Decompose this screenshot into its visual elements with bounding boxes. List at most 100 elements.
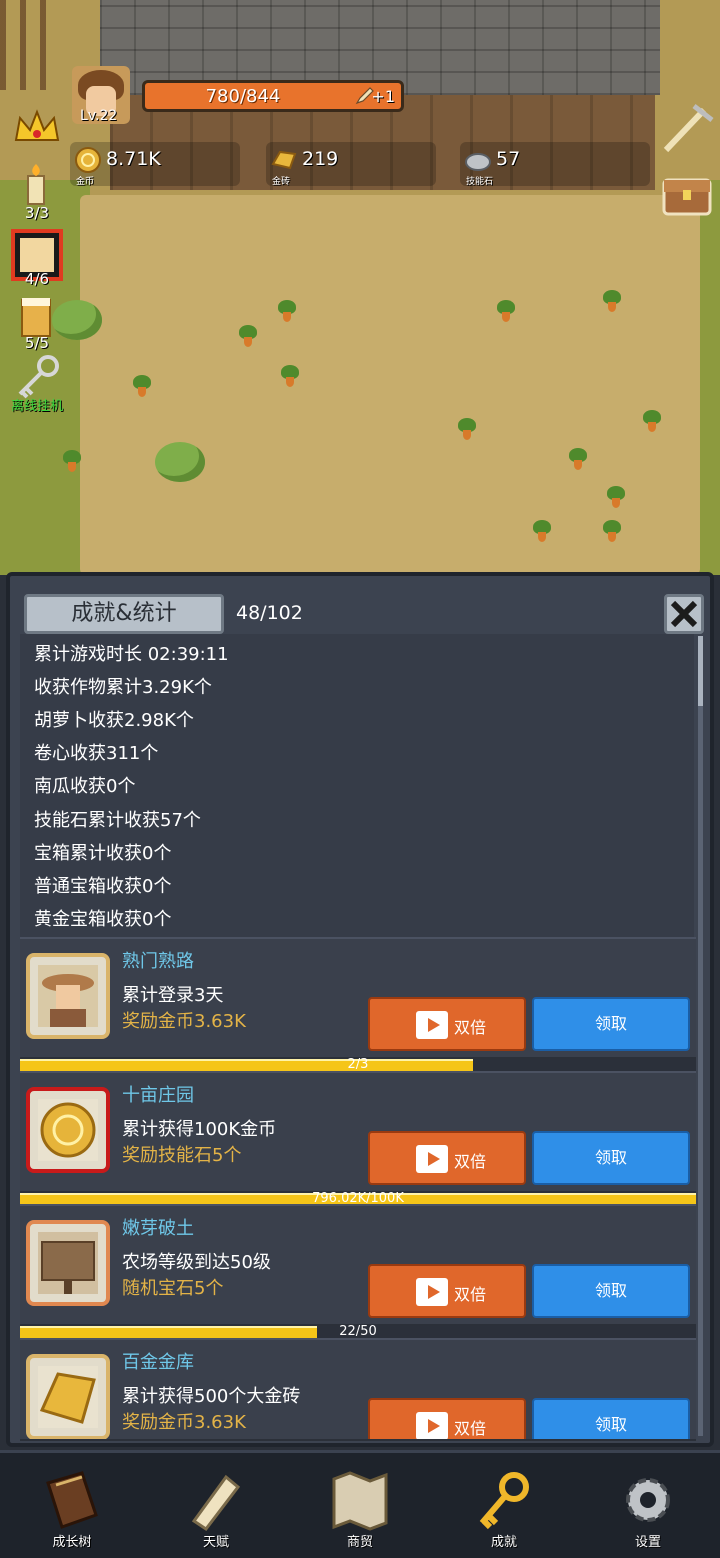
achievement-reward: 随机宝石5个 [122,1278,224,1299]
energy-bar: 780/844 +1 [142,80,404,112]
candle-count: 3/3 [24,204,50,222]
carrot-crop[interactable] [455,418,479,442]
video-play-icon [416,1145,448,1173]
stat-line: 宝箱累计收获0个 [34,843,172,864]
farm-scene[interactable]: Lv.22 780/844 +1 8.71K 金币 219 金砖 57 技能石 … [0,0,720,575]
crown-icon [14,109,60,141]
claim-button[interactable]: 领取 [532,1131,690,1185]
treasure-chest-icon [662,178,712,216]
treasure-chest-button[interactable] [658,164,716,222]
carrot-crop[interactable] [600,520,624,544]
nav-growth-tree[interactable]: 成长树 [0,1453,144,1558]
nav-trade[interactable]: 商贸 [288,1453,432,1558]
gold-brick-caption: 金砖 [272,177,291,187]
carrot-crop[interactable] [278,365,302,389]
carrot-crop[interactable] [640,410,664,434]
pickaxe-icon [663,104,714,153]
gold-brick-icon [38,1366,98,1428]
achievement-card: 百金金库 累计获得500个大金砖 奖励金币3.63K 双倍 领取 [20,1338,696,1441]
candle-item[interactable]: 3/3 [8,160,66,222]
offline-idle-button[interactable]: 离线挂机 [8,352,66,414]
nav-talent[interactable]: 天赋 [144,1453,288,1558]
skill-stone-caption: 技能石 [466,177,494,187]
crop-lock-sign-icon [38,1232,98,1294]
carrot-crop[interactable] [600,290,624,314]
scrollbar[interactable] [698,636,703,1436]
claim-button[interactable]: 领取 [532,1398,690,1439]
stat-line: 卷心收获311个 [34,743,159,764]
fence [0,0,60,90]
gold-brick-counter[interactable]: 219 金砖 [266,142,436,187]
gear-icon [626,1478,670,1522]
energy-value: 780/844 [205,86,281,107]
carrot-crop[interactable] [530,520,554,544]
gold-caption: 金币 [76,177,95,187]
achievement-count: 48/102 [236,602,303,624]
tab-achievements-stats[interactable]: 成就&统计 [24,594,224,634]
video-play-icon [416,1011,448,1039]
carrot-crop[interactable] [604,486,628,510]
stat-line: 黄金宝箱收获0个 [34,909,172,930]
carrot-crop[interactable] [236,325,260,349]
double-reward-button[interactable]: 双倍 [368,997,526,1051]
stat-line: 南瓜收获0个 [34,776,136,797]
carrot-crop[interactable] [494,300,518,324]
nav-label: 成就 [490,1535,517,1550]
dice-count: 4/6 [24,270,50,288]
double-label: 双倍 [454,1152,487,1171]
gold-counter[interactable]: 8.71K 金币 [70,142,240,187]
crown-button[interactable] [8,100,66,158]
carrot-crop[interactable] [60,450,84,474]
stat-line: 收获作物累计3.29K个 [34,677,212,698]
nav-label: 成长树 [52,1535,92,1550]
achievement-desc: 累计获得100K金币 [122,1119,277,1140]
skill-stone-icon [465,153,491,171]
scrollbar-thumb[interactable] [698,636,703,706]
pickaxe-button[interactable] [658,100,716,158]
achievement-name: 熟门熟路 [122,951,194,972]
achievement-desc: 农场等级到达50级 [122,1252,271,1273]
achievement-card: 十亩庄园 累计获得100K金币 奖励技能石5个 双倍 领取 [20,1071,696,1193]
double-reward-button[interactable]: 双倍 [368,1398,526,1439]
skill-stone-counter[interactable]: 57 技能石 [460,142,650,187]
dice-item[interactable]: 4/6 [8,226,66,288]
stat-line: 累计游戏时长 02:39:11 [34,644,229,665]
gold-coin-icon [75,147,101,173]
video-play-icon [416,1278,448,1306]
nav-achievements[interactable]: 成就 [432,1453,576,1558]
double-label: 双倍 [454,1285,487,1304]
achievement-badge [26,1220,110,1306]
panel-header: 成就&统计 48/102 [24,594,704,634]
beer-item[interactable]: 5/5 [8,290,66,352]
beer-count: 5/5 [24,334,50,352]
achievement-badge [26,953,110,1039]
close-button[interactable] [664,594,704,634]
bottom-nav: 成长树 天赋 商贸 成就 设置 [0,1450,720,1558]
offline-idle-label: 离线挂机 [10,399,63,414]
achievement-badge [26,1354,110,1439]
close-icon [670,600,698,628]
double-reward-button[interactable]: 双倍 [368,1264,526,1318]
double-reward-button[interactable]: 双倍 [368,1131,526,1185]
map-icon [332,1471,388,1531]
scroll-icon [191,1474,241,1531]
carrot-crop[interactable] [275,300,299,324]
claim-button[interactable]: 领取 [532,997,690,1051]
claim-button[interactable]: 领取 [532,1264,690,1318]
carrot-crop[interactable] [130,375,154,399]
nav-label: 商贸 [346,1535,373,1550]
achievement-card: 熟门熟路 累计登录3天 奖励金币3.63K 双倍 领取 [20,937,696,1059]
crop-field[interactable] [80,195,700,575]
achievement-name: 百金金库 [122,1352,194,1373]
progress-text: 22/50 [339,1324,377,1339]
nav-settings[interactable]: 设置 [576,1453,720,1558]
stat-line: 胡萝卜收获2.98K个 [34,710,194,731]
achievement-badge [26,1087,110,1173]
video-play-icon [416,1412,448,1439]
cabbage-crop[interactable] [155,442,205,482]
book-icon [46,1471,98,1529]
stat-line: 技能石累计收获57个 [34,810,201,831]
farmer-portrait-icon [38,965,98,1027]
achievement-desc: 累计登录3天 [122,985,224,1006]
carrot-crop[interactable] [566,448,590,472]
